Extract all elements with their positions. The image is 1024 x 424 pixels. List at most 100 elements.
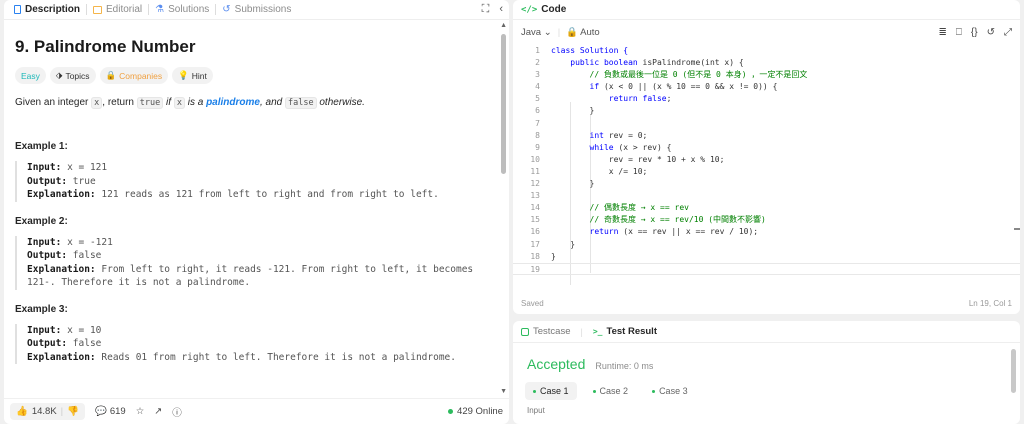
online-count: 429 Online: [457, 406, 503, 417]
left-tab-bar: Description Editorial ⚗ Solutions ↺ Subm…: [4, 0, 509, 20]
palindrome-link[interactable]: palindrome: [206, 97, 260, 108]
code-line: 14 // 偶數長度 → x == rev: [513, 202, 1020, 214]
example-heading: Example 3:: [15, 303, 68, 315]
code-token: }: [589, 106, 595, 116]
code-line: 7: [513, 118, 1020, 130]
input-value: x = -121: [67, 236, 113, 248]
tab-test-result[interactable]: >_ Test Result: [593, 326, 657, 337]
tab-testcase-label: Testcase: [533, 326, 571, 337]
code-text: }: [540, 251, 556, 263]
example-heading: Example 2:: [15, 215, 68, 227]
tab-submissions[interactable]: ↺ Submissions: [218, 4, 295, 15]
example-block: Input: x = 121 Output: true Explanation:…: [15, 161, 484, 202]
tab-divider: [148, 4, 150, 15]
code-line: 16 return (x == rev || x == rev / 10);: [513, 226, 1020, 238]
code-text: while (x > rev) {: [540, 142, 672, 154]
case-tab-1[interactable]: Case 1: [525, 382, 577, 400]
code-panel-header: </> Code: [513, 0, 1020, 20]
code-panel: </> Code Java ⌄ | 🔒 Auto ≣ ⎕ {} ↺ ⤢ 1 cla…: [513, 0, 1020, 314]
hint-tag[interactable]: 💡 Hint: [172, 67, 213, 84]
code-line: 8 int rev = 0;: [513, 130, 1020, 142]
code-editor[interactable]: 1 class Solution { 2 public boolean isPal…: [513, 45, 1020, 285]
code-token: (x > rev) {: [613, 142, 672, 152]
code-token: int: [589, 130, 604, 140]
inline-code: x: [91, 97, 103, 109]
tab-divider: [215, 4, 217, 15]
topics-label: Topics: [65, 70, 90, 81]
editor-toolbar: Java ⌄ | 🔒 Auto ≣ ⎕ {} ↺ ⤢: [513, 20, 1020, 44]
like-dislike-group: 👍 14.8K | 👎: [10, 403, 85, 420]
reset-icon[interactable]: ↺: [987, 27, 995, 38]
difficulty-badge[interactable]: Easy: [15, 67, 46, 84]
line-number: 19: [530, 264, 540, 274]
code-line: 18}: [513, 251, 1020, 263]
tab-solutions[interactable]: ⚗ Solutions: [151, 4, 213, 15]
book-icon: [93, 5, 103, 14]
tab-submissions-label: Submissions: [234, 4, 292, 15]
comment-icon: 💬: [94, 406, 107, 417]
tab-editorial[interactable]: Editorial: [89, 4, 146, 15]
auto-mode[interactable]: 🔒 Auto: [566, 27, 600, 38]
share-icon[interactable]: ↗: [154, 406, 162, 417]
topics-tag[interactable]: ⬗ Topics: [49, 67, 96, 84]
code-line: 10 rev = rev * 10 + x % 10;: [513, 154, 1020, 166]
tab-testcase[interactable]: Testcase: [521, 326, 571, 337]
output-label: Output:: [27, 338, 68, 349]
help-icon[interactable]: ⓘ: [172, 405, 182, 419]
code-token: rev = 0;: [603, 130, 648, 140]
scroll-down-arrow[interactable]: ▼: [500, 388, 507, 395]
code-token: rev = rev * 10 + x % 10;: [608, 154, 725, 164]
comments-button[interactable]: 💬 619: [95, 406, 126, 417]
statement-text: , return: [102, 97, 137, 108]
pass-dot-icon: [533, 389, 536, 393]
tab-solutions-label: Solutions: [168, 4, 210, 15]
companies-tag[interactable]: 🔒 Companies: [99, 67, 169, 84]
runtime-text: Runtime: 0 ms: [595, 361, 654, 371]
editor-status-bar: Saved Ln 19, Col 1: [521, 299, 1012, 308]
maximize-icon[interactable]: ⛶: [482, 3, 490, 16]
case-tab-2[interactable]: Case 2: [585, 382, 637, 400]
tab-description[interactable]: Description: [10, 4, 84, 15]
collapse-left-icon[interactable]: ‹: [499, 3, 503, 16]
result-scrollbar[interactable]: [1011, 349, 1016, 393]
braces-icon[interactable]: {}: [971, 27, 978, 38]
star-icon[interactable]: ☆: [136, 406, 145, 417]
explanation-label: Explanation:: [27, 189, 96, 200]
code-token: (x == rev || x == rev / 10);: [618, 227, 759, 237]
format-icon[interactable]: ≣: [939, 27, 947, 38]
expand-icon[interactable]: ⤢: [1004, 27, 1012, 38]
case-tab-3[interactable]: Case 3: [644, 382, 696, 400]
code-comment: // 偶數長度 → x == rev: [589, 203, 689, 213]
language-select[interactable]: Java ⌄: [521, 27, 552, 38]
thumbs-up-icon[interactable]: 👍: [16, 406, 28, 417]
test-result-panel: Testcase | >_ Test Result Accepted Runti…: [513, 321, 1020, 424]
line-number: 18: [530, 251, 540, 261]
input-value: x = 121: [67, 162, 108, 173]
code-text: class Solution {: [540, 45, 628, 57]
code-text: }: [540, 178, 595, 190]
case-label: Case 3: [659, 386, 688, 396]
code-line: 6 }: [513, 105, 1020, 117]
code-token: isPalindrome(int x) {: [637, 58, 744, 68]
bookmark-icon[interactable]: ⎕: [956, 27, 962, 38]
code-comment: // 負數或最後一位是 0 (但不是 0 本身) ，一定不是回文: [589, 70, 808, 80]
line-number: 13: [530, 191, 540, 201]
output-label: Output:: [27, 175, 68, 187]
scroll-up-arrow[interactable]: ▲: [500, 22, 507, 29]
example-heading: Example 1:: [15, 141, 68, 152]
line-number: 10: [530, 154, 540, 164]
language-label: Java: [521, 26, 542, 38]
example-output-line: Output: true: [27, 175, 484, 189]
code-line: 15 // 奇數長度 → x == rev/10 (中間數不影響): [513, 214, 1020, 226]
code-text: x /= 10;: [540, 166, 648, 178]
code-panel-title: Code: [541, 4, 567, 15]
line-number: 1: [535, 46, 540, 55]
description-scrollbar[interactable]: [501, 34, 506, 174]
code-token: if: [589, 82, 600, 92]
input-label: Input:: [27, 324, 62, 336]
thumbs-down-icon[interactable]: 👎: [67, 406, 79, 417]
output-label: Output:: [27, 250, 68, 261]
input-label: Input:: [27, 162, 62, 173]
code-comment: // 奇數長度 → x == rev/10 (中間數不影響): [589, 215, 766, 225]
